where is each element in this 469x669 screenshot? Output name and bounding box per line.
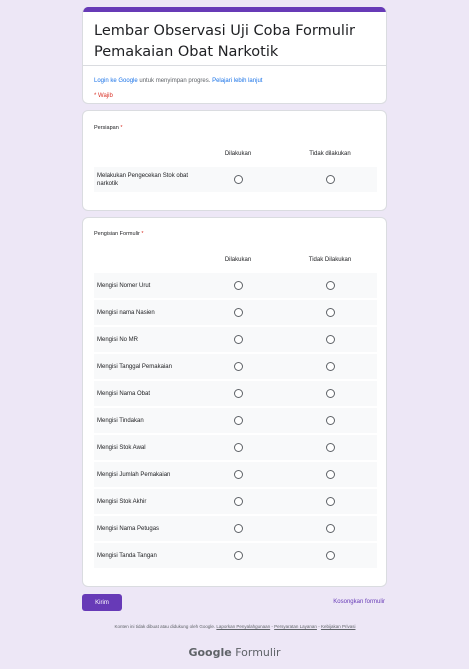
row-label: Mengisi Stok Awal <box>97 444 146 451</box>
required-star: * <box>120 125 123 131</box>
report-abuse-link[interactable]: Laporkan Penyalahgunaan <box>216 624 270 629</box>
footer-disclaimer: Konten ini tidak dibuat atau didukung ol… <box>86 624 384 630</box>
question-card-persiapan: Persiapan * Dilakukan Tidak dilakukan Me… <box>82 110 387 211</box>
header-accent-bar <box>83 7 386 12</box>
column-header-dilakukan: Dilakukan <box>224 151 252 157</box>
grid-row: Mengisi Tindakan <box>94 408 377 433</box>
row-label: Mengisi No MR <box>97 336 139 343</box>
radio-tidak-dilakukan[interactable] <box>326 470 335 479</box>
radio-tidak-dilakukan[interactable] <box>326 362 335 371</box>
grid-row: Mengisi nama Nasien <box>94 300 377 325</box>
radio-dilakukan[interactable] <box>234 389 243 398</box>
login-link[interactable]: Login ke Google <box>94 78 138 84</box>
radio-dilakukan[interactable] <box>234 335 243 344</box>
radio-tidak-dilakukan[interactable] <box>326 335 335 344</box>
question-title: Pengisian Formulir * <box>94 231 144 237</box>
radio-dilakukan[interactable] <box>234 497 243 506</box>
column-header-dilakukan: Dilakukan <box>224 257 252 263</box>
learn-more-link[interactable]: Pelajari lebih lanjut <box>212 78 262 84</box>
row-label: Mengisi nama Nasien <box>97 309 155 316</box>
row-label: Mengisi Stok Akhir <box>97 498 147 505</box>
brand-google: Google <box>188 646 232 659</box>
column-header-tidak-dilakukan: Tidak dilakukan <box>309 151 351 157</box>
row-label: Mengisi Tanda Tangan <box>97 552 157 559</box>
clear-form-button[interactable]: Kosongkan formulir <box>310 599 385 605</box>
required-star: * <box>141 231 144 237</box>
radio-tidak-dilakukan[interactable] <box>326 416 335 425</box>
required-note: * Wajib <box>94 93 113 99</box>
radio-dilakukan[interactable] <box>234 524 243 533</box>
radio-dilakukan[interactable] <box>234 175 243 184</box>
login-prompt: Login ke Google untuk menyimpan progres.… <box>94 78 262 84</box>
grid-row: Mengisi Nama Obat <box>94 381 377 406</box>
radio-dilakukan[interactable] <box>234 416 243 425</box>
grid-row: Mengisi Stok Akhir <box>94 489 377 514</box>
radio-tidak-dilakukan[interactable] <box>326 281 335 290</box>
form-header-card: Lembar Observasi Uji Coba Formulir Pemak… <box>82 7 387 104</box>
grid-row: Mengisi Jumlah Pemakaian <box>94 462 377 487</box>
grid-row: Mengisi Nama Petugas <box>94 516 377 541</box>
row-label: Mengisi Jumlah Pemakaian <box>97 471 171 478</box>
radio-dilakukan[interactable] <box>234 443 243 452</box>
header-divider <box>83 65 386 66</box>
radio-tidak-dilakukan[interactable] <box>326 175 335 184</box>
login-text: untuk menyimpan progres. <box>137 78 213 84</box>
brand-forms: Formulir <box>231 646 281 659</box>
disclaimer-text: Konten ini tidak dibuat atau didukung ol… <box>114 624 217 629</box>
row-label: Mengisi Nama Petugas <box>97 525 160 532</box>
radio-dilakukan[interactable] <box>234 470 243 479</box>
radio-dilakukan[interactable] <box>234 281 243 290</box>
radio-tidak-dilakukan[interactable] <box>326 443 335 452</box>
radio-tidak-dilakukan[interactable] <box>326 308 335 317</box>
grid-row: Mengisi Tanda Tangan <box>94 543 377 568</box>
row-label: Melakukan Pengecekan Stok obat narkotik <box>97 172 189 187</box>
submit-button[interactable]: Kirim <box>82 594 122 611</box>
radio-tidak-dilakukan[interactable] <box>326 389 335 398</box>
radio-dilakukan[interactable] <box>234 308 243 317</box>
google-forms-logo[interactable]: Google Formulir <box>0 646 469 659</box>
radio-tidak-dilakukan[interactable] <box>326 497 335 506</box>
radio-dilakukan[interactable] <box>234 362 243 371</box>
grid-row: Melakukan Pengecekan Stok obat narkotik <box>94 167 377 192</box>
radio-tidak-dilakukan[interactable] <box>326 524 335 533</box>
grid-row: Mengisi Nomer Urut <box>94 273 377 298</box>
row-label: Mengisi Nama Obat <box>97 390 151 397</box>
row-label: Mengisi Tanggal Pemakaian <box>97 363 172 370</box>
grid-row: Mengisi No MR <box>94 327 377 352</box>
radio-dilakukan[interactable] <box>234 551 243 560</box>
form-title: Lembar Observasi Uji Coba Formulir Pemak… <box>94 23 355 60</box>
column-header-tidak-dilakukan: Tidak Dilakukan <box>308 257 352 263</box>
question-title-text: Pengisian Formulir <box>94 231 140 237</box>
row-label: Mengisi Nomer Urut <box>97 282 151 289</box>
grid-row: Mengisi Tanggal Pemakaian <box>94 354 377 379</box>
privacy-link[interactable]: Kebijakan Privasi <box>321 624 356 629</box>
grid-row: Mengisi Stok Awal <box>94 435 377 460</box>
question-card-pengisian-formulir: Pengisian Formulir * Dilakukan Tidak Dil… <box>82 217 387 587</box>
question-title-text: Persiapan <box>94 125 119 131</box>
terms-link[interactable]: Persyaratan Layanan <box>274 624 317 629</box>
radio-tidak-dilakukan[interactable] <box>326 551 335 560</box>
row-label: Mengisi Tindakan <box>97 417 144 424</box>
question-title: Persiapan * <box>94 125 122 131</box>
